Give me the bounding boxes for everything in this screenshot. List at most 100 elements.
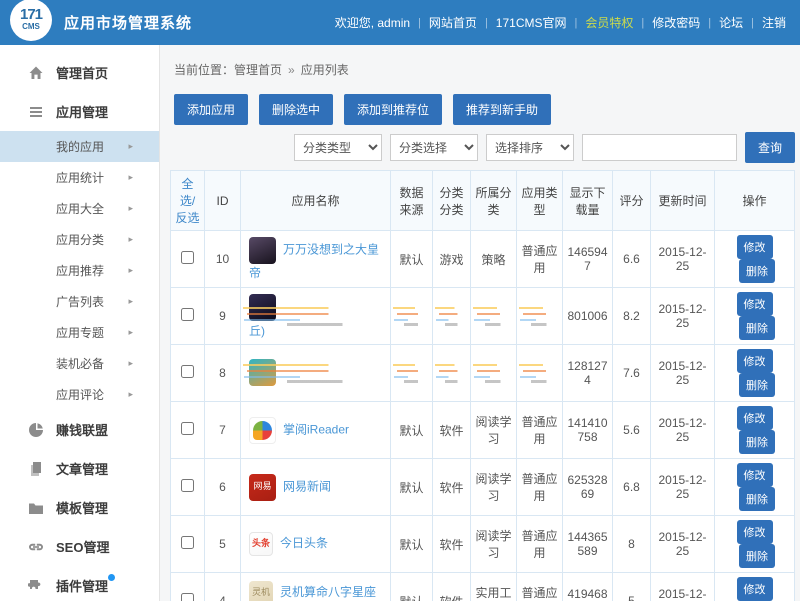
toolbar-action-button[interactable]: 添加应用 bbox=[174, 94, 248, 125]
breadcrumb-prefix: 当前位置： bbox=[174, 63, 234, 77]
table-row: 5 头条今日头条 默认 软件 阅读学习 普通应用 144365589 8 201… bbox=[171, 516, 795, 573]
top-nav-link[interactable]: 欢迎您, admin bbox=[335, 14, 410, 31]
app-source: 默认 bbox=[391, 516, 433, 573]
row-checkbox[interactable] bbox=[181, 422, 194, 435]
chevron-right-icon: ▸ bbox=[128, 203, 133, 214]
sidebar-subitem[interactable]: 广告列表 ▸ bbox=[0, 286, 159, 317]
app-name-link[interactable]: 掌阅iReader bbox=[283, 422, 349, 436]
app-category bbox=[433, 288, 471, 345]
sidebar-item-label: 模板管理 bbox=[56, 498, 108, 517]
app-updated: 2015-12-25 bbox=[651, 402, 715, 459]
sidebar-item-app-management[interactable]: 应用管理 bbox=[0, 92, 159, 131]
row-actions: 修改 删除 bbox=[715, 459, 795, 516]
row-checkbox[interactable] bbox=[181, 593, 194, 601]
app-name-link[interactable]: 网易新闻 bbox=[283, 479, 331, 493]
app-downloads: 144365589 bbox=[563, 516, 613, 573]
sidebar-subitem[interactable]: 应用推荐 ▸ bbox=[0, 255, 159, 286]
app-rating: 8 bbox=[613, 516, 651, 573]
filter-select[interactable]: 分类类型 bbox=[294, 134, 382, 161]
search-input[interactable] bbox=[582, 134, 737, 161]
row-checkbox[interactable] bbox=[181, 479, 194, 492]
edit-button[interactable]: 修改 bbox=[737, 235, 773, 259]
delete-button[interactable]: 删除 bbox=[739, 316, 775, 340]
sidebar-item-label: 文章管理 bbox=[56, 459, 108, 478]
app-id: 5 bbox=[205, 516, 241, 573]
delete-button[interactable]: 删除 bbox=[739, 487, 775, 511]
edit-button[interactable]: 修改 bbox=[737, 520, 773, 544]
top-nav-item: 论坛 bbox=[700, 14, 743, 31]
sidebar-subitem[interactable]: 我的应用 ▸ bbox=[0, 131, 159, 162]
query-button[interactable]: 查询 bbox=[745, 132, 795, 163]
top-nav-link[interactable]: 171CMS官网 bbox=[496, 14, 567, 31]
app-rating: 8.2 bbox=[613, 288, 651, 345]
sidebar-item-seo-management[interactable]: SEO管理 bbox=[0, 527, 159, 566]
filter-bar: 分类类型 分类选择 选择排序 查询 bbox=[170, 132, 795, 163]
select-all-link[interactable]: 全选/反选 bbox=[175, 177, 199, 225]
column-header-type: 应用类型 bbox=[517, 171, 563, 231]
top-nav-link[interactable]: 修改密码 bbox=[652, 14, 700, 31]
sidebar-subitem[interactable]: 应用专题 ▸ bbox=[0, 317, 159, 348]
delete-button[interactable]: 删除 bbox=[739, 373, 775, 397]
app-name-cell: 头条今日头条 bbox=[241, 516, 391, 573]
app-type: 普通应用 bbox=[517, 402, 563, 459]
row-checkbox[interactable] bbox=[181, 365, 194, 378]
row-checkbox[interactable] bbox=[181, 536, 194, 549]
app-subcategory bbox=[471, 288, 517, 345]
app-rating: 6.8 bbox=[613, 459, 651, 516]
app-rating: 5.6 bbox=[613, 402, 651, 459]
edit-button[interactable]: 修改 bbox=[737, 406, 773, 430]
sidebar-item-plugin-management[interactable]: 插件管理 bbox=[0, 566, 159, 601]
sidebar-subitem[interactable]: 装机必备 ▸ bbox=[0, 348, 159, 379]
chevron-right-icon: ▸ bbox=[128, 172, 133, 183]
sidebar-subitem[interactable]: 应用分类 ▸ bbox=[0, 224, 159, 255]
sidebar-subitem[interactable]: 应用大全 ▸ bbox=[0, 193, 159, 224]
row-checkbox[interactable] bbox=[181, 251, 194, 264]
delete-button[interactable]: 删除 bbox=[739, 430, 775, 454]
sidebar-item-home[interactable]: 管理首页 bbox=[0, 53, 159, 92]
toolbar-action-button[interactable]: 推荐到新手助 bbox=[453, 94, 551, 125]
link-icon bbox=[28, 539, 44, 555]
edit-button[interactable]: 修改 bbox=[737, 577, 773, 601]
row-checkbox[interactable] bbox=[181, 308, 194, 321]
top-nav-link[interactable]: 网站首页 bbox=[429, 14, 477, 31]
toolbar-action-button[interactable]: 删除选中 bbox=[259, 94, 333, 125]
top-nav-links: 欢迎您, admin 网站首页 171CMS官网 会员特权 修改密码 论坛 bbox=[335, 14, 786, 31]
table-row: 4 灵机灵机算命八字星座解梦风水 默认 软件 实用工具 普通应用 4194683… bbox=[171, 573, 795, 601]
delete-button[interactable]: 删除 bbox=[739, 544, 775, 568]
sidebar-item-template-management[interactable]: 模板管理 bbox=[0, 488, 159, 527]
breadcrumb-home-link[interactable]: 管理首页 bbox=[234, 63, 282, 77]
sidebar-subitem[interactable]: 应用评论 ▸ bbox=[0, 379, 159, 410]
top-nav-link[interactable]: 论坛 bbox=[719, 14, 743, 31]
sidebar-item-article-management[interactable]: 文章管理 bbox=[0, 449, 159, 488]
pie-chart-icon bbox=[28, 422, 44, 438]
app-category: 软件 bbox=[433, 516, 471, 573]
sidebar-item-money-union[interactable]: 赚钱联盟 bbox=[0, 410, 159, 449]
edit-button[interactable]: 修改 bbox=[737, 292, 773, 316]
app-name-cell: 网易网易新闻 bbox=[241, 459, 391, 516]
app-icon: 灵机 bbox=[249, 581, 273, 601]
chevron-right-icon: ▸ bbox=[128, 389, 133, 400]
filter-select[interactable]: 选择排序 bbox=[486, 134, 574, 161]
sidebar-item-label: 应用管理 bbox=[56, 102, 108, 121]
app-id: 4 bbox=[205, 573, 241, 601]
app-name-link[interactable]: 今日头条 bbox=[280, 536, 328, 550]
toolbar: 添加应用 删除选中 添加到推荐位 推荐到新手助 bbox=[174, 94, 795, 125]
app-category bbox=[433, 345, 471, 402]
sidebar-subitem[interactable]: 应用统计 ▸ bbox=[0, 162, 159, 193]
app-logo: 171 CMS bbox=[10, 0, 52, 41]
app-subcategory: 阅读学习 bbox=[471, 402, 517, 459]
top-nav-link[interactable]: 注销 bbox=[762, 14, 786, 31]
document-icon bbox=[28, 461, 44, 477]
filter-select[interactable]: 分类选择 bbox=[390, 134, 478, 161]
app-downloads: 141410758 bbox=[563, 402, 613, 459]
home-icon bbox=[28, 65, 44, 81]
edit-button[interactable]: 修改 bbox=[737, 463, 773, 487]
table-header: 全选/反选 ID 应用名称 数据来源 分类分类 所属分类 应用类型 显示下载量 … bbox=[171, 171, 795, 231]
toolbar-action-button[interactable]: 添加到推荐位 bbox=[344, 94, 442, 125]
delete-button[interactable]: 删除 bbox=[739, 259, 775, 283]
app-name-link[interactable]: 丘) bbox=[249, 322, 387, 339]
app-category: 软件 bbox=[433, 402, 471, 459]
column-header-actions: 操作 bbox=[715, 171, 795, 231]
top-nav-link[interactable]: 会员特权 bbox=[585, 14, 633, 31]
edit-button[interactable]: 修改 bbox=[737, 349, 773, 373]
